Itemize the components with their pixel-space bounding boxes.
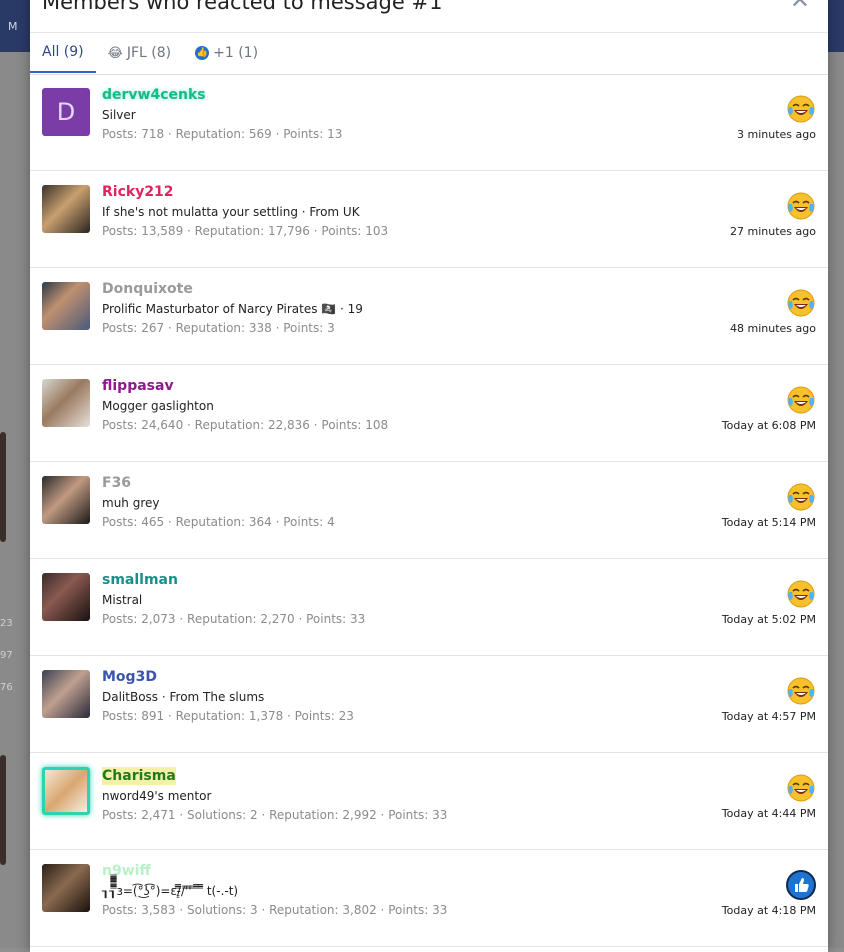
background-count: 23 [0, 618, 13, 629]
laughing-crying-icon: 😂 [107, 45, 123, 61]
reaction-time[interactable]: Today at 4:57 PM [722, 710, 816, 723]
avatar[interactable] [42, 864, 90, 912]
member-name-link[interactable]: Donquixote [102, 280, 662, 298]
avatar[interactable] [42, 670, 90, 718]
reaction-time[interactable]: Today at 6:08 PM [722, 419, 816, 432]
member-name-link[interactable]: smallman [102, 571, 662, 589]
member-stats: Posts: 13,589 · Reputation: 17,796 · Poi… [102, 224, 389, 238]
member-row: flippasav Mogger gaslighton Posts: 24,640 … [30, 365, 828, 462]
background-count: 97 [0, 650, 13, 661]
reaction-time[interactable]: 3 minutes ago [737, 128, 816, 141]
member-title: muh grey [102, 496, 160, 510]
laughing-crying-icon [786, 191, 816, 221]
tab-plus-one[interactable]: 👍 +1 (1) [183, 33, 270, 73]
reactions-modal: Members who reacted to message #1 ✕ All … [30, 0, 828, 952]
member-stats: Posts: 2,073 · Reputation: 2,270 · Point… [102, 612, 366, 626]
member-title: If she's not mulatta your settling · Fro… [102, 205, 360, 219]
member-info: F36 muh grey Posts: 465 · Reputation: 364 … [102, 474, 662, 530]
reaction-time[interactable]: Today at 4:44 PM [722, 807, 816, 820]
avatar[interactable] [42, 476, 90, 524]
member-info: smallman Mistral Posts: 2,073 · Reputation… [102, 571, 662, 627]
member-row: smallman Mistral Posts: 2,073 · Reputation… [30, 559, 828, 656]
member-name-link[interactable]: Mog3D [102, 668, 662, 686]
tab-plus-one-label: +1 (1) [213, 45, 259, 61]
thumbs-up-icon [786, 870, 816, 900]
tab-all-label: All (9) [42, 44, 84, 60]
member-info: Ricky212 If she's not mulatta your settli… [102, 183, 662, 239]
tab-jfl-label: JFL (8) [126, 45, 172, 61]
avatar[interactable] [42, 767, 90, 815]
avatar[interactable] [42, 573, 90, 621]
member-row: Donquixote Prolific Masturbator of Narcy … [30, 268, 828, 365]
member-info: flippasav Mogger gaslighton Posts: 24,640 … [102, 377, 662, 433]
laughing-crying-icon [786, 385, 816, 415]
member-name-link[interactable]: n9wiff [102, 862, 662, 880]
member-list: Ddervw4cenks Silver Posts: 718 · Reputatio… [30, 74, 828, 947]
member-name-link[interactable]: Charisma [102, 767, 176, 785]
laughing-crying-icon [786, 773, 816, 803]
member-stats: Posts: 465 · Reputation: 364 · Points: 4 [102, 515, 335, 529]
background-thumbnail [0, 755, 6, 865]
laughing-crying-icon [786, 676, 816, 706]
member-row: F36 muh grey Posts: 465 · Reputation: 364 … [30, 462, 828, 559]
background-count: 76 [0, 682, 13, 693]
avatar[interactable] [42, 379, 90, 427]
member-stats: Posts: 267 · Reputation: 338 · Points: 3 [102, 321, 335, 335]
member-info: Charisma nword49's mentor Posts: 2,471 · S… [102, 765, 662, 823]
modal-title: Members who reacted to message #1 [42, 0, 443, 14]
member-row: Charisma nword49's mentor Posts: 2,471 · S… [30, 753, 828, 850]
member-name-link[interactable]: dervw4cenks [102, 86, 662, 104]
member-title: Mistral [102, 593, 143, 607]
member-row: n9wiff ┒┒̿̿̿̿̿̿̿̿з=(͡°͜ʖ͡°)=ε/̵͇̿̿/'̿'̿ ̿… [30, 850, 828, 947]
member-stats: Posts: 718 · Reputation: 569 · Points: 1… [102, 127, 343, 141]
member-title: DalitBoss · From The slums [102, 690, 265, 704]
avatar[interactable] [42, 282, 90, 330]
background-thumbnail [0, 432, 6, 542]
member-stats: Posts: 3,583 · Solutions: 3 · Reputation… [102, 903, 448, 917]
background-header-text: M [8, 20, 18, 33]
member-title: Mogger gaslighton [102, 399, 214, 413]
member-info: Donquixote Prolific Masturbator of Narcy … [102, 280, 662, 336]
member-title: Prolific Masturbator of Narcy Pirates 🏴‍… [102, 302, 363, 316]
member-info: dervw4cenks Silver Posts: 718 · Reputation… [102, 86, 662, 142]
member-stats: Posts: 891 · Reputation: 1,378 · Points:… [102, 709, 354, 723]
member-row: Ddervw4cenks Silver Posts: 718 · Reputatio… [30, 74, 828, 171]
laughing-crying-icon [786, 579, 816, 609]
member-row: Mog3D DalitBoss · From The slums Posts: 89… [30, 656, 828, 753]
reaction-time[interactable]: 48 minutes ago [730, 322, 816, 335]
reaction-time[interactable]: Today at 5:02 PM [722, 613, 816, 626]
avatar[interactable] [42, 185, 90, 233]
avatar[interactable]: D [42, 88, 90, 136]
tab-jfl[interactable]: 😂 JFL (8) [96, 33, 183, 73]
member-stats: Posts: 24,640 · Reputation: 22,836 · Poi… [102, 418, 389, 432]
member-name-link[interactable]: F36 [102, 474, 662, 492]
laughing-crying-icon [786, 482, 816, 512]
member-stats: Posts: 2,471 · Solutions: 2 · Reputation… [102, 808, 448, 822]
member-name-link[interactable]: Ricky212 [102, 183, 662, 201]
close-icon[interactable]: ✕ [790, 0, 810, 14]
reaction-time[interactable]: 27 minutes ago [730, 225, 816, 238]
reaction-tabs: All (9) 😂 JFL (8) 👍 +1 (1) [30, 32, 828, 75]
member-info: Mog3D DalitBoss · From The slums Posts: 89… [102, 668, 662, 724]
laughing-crying-icon [786, 288, 816, 318]
member-info: n9wiff ┒┒̿̿̿̿̿̿̿̿з=(͡°͜ʖ͡°)=ε/̵͇̿̿/'̿'̿ ̿… [102, 862, 662, 918]
reaction-time[interactable]: Today at 5:14 PM [722, 516, 816, 529]
member-name-link[interactable]: flippasav [102, 377, 662, 395]
reaction-time[interactable]: Today at 4:18 PM [722, 904, 816, 917]
member-title: Silver [102, 108, 136, 122]
member-row: Ricky212 If she's not mulatta your settli… [30, 171, 828, 268]
tab-all[interactable]: All (9) [30, 33, 96, 73]
laughing-crying-icon [786, 94, 816, 124]
member-title: nword49's mentor [102, 789, 212, 803]
thumbs-up-icon: 👍 [195, 46, 210, 60]
member-title: ┒┒̿̿̿̿̿̿̿̿з=(͡°͜ʖ͡°)=ε/̵͇̿̿/'̿'̿ ̿ ̿̿ ̿̿… [102, 884, 239, 898]
